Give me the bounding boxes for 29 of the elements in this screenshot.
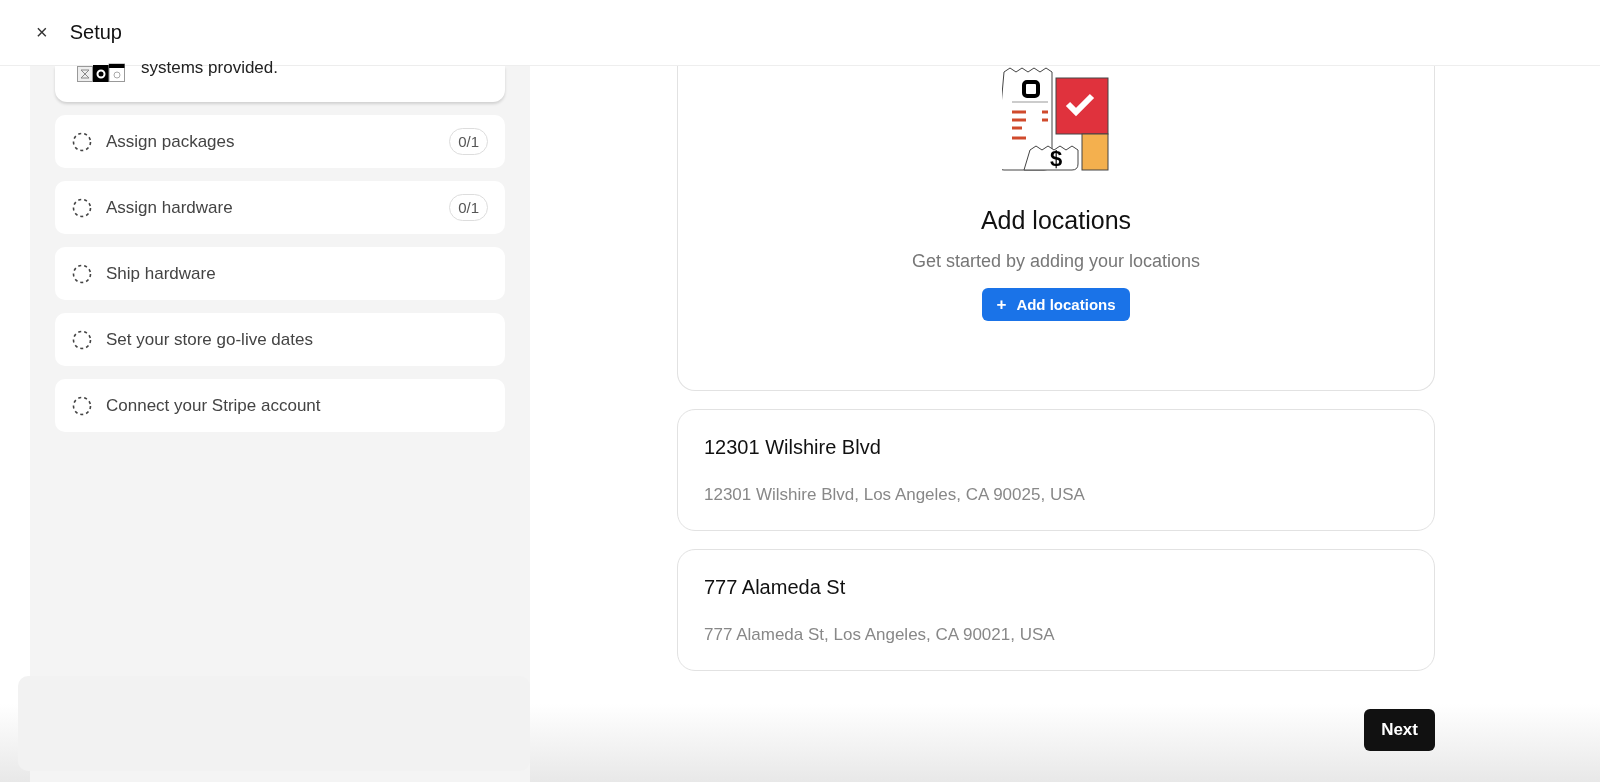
step-item[interactable]: Assign hardware 0/1 [55,181,505,234]
pending-circle-icon [72,197,92,218]
step-description: systems provided. [141,58,278,78]
add-locations-button[interactable]: + Add locations [982,288,1130,321]
location-card[interactable]: 777 Alameda St 777 Alameda St, Los Angeles, CA 90021, USA [677,549,1435,671]
location-name: 777 Alameda St [704,576,847,599]
pending-circle-icon [72,395,92,416]
empty-state-title: Add locations [980,206,1132,235]
location-address: 777 Alameda St, Los Angeles, CA 90021, USA [704,625,1056,645]
location-card[interactable]: 12301 Wilshire Blvd 12301 Wilshire Blvd, Los Angeles, CA 90025, USA [677,409,1435,531]
pending-circle-icon [72,263,92,284]
next-button[interactable]: Next [1364,709,1435,751]
step-item[interactable]: Set your store go-live dates [55,313,505,366]
step-item[interactable]: Assign packages 0/1 [55,115,505,168]
step-label: Set your store go-live dates [106,329,314,350]
location-address: 12301 Wilshire Blvd, Los Angeles, CA 90025, USA [704,485,1086,505]
step-label: Connect your Stripe account [106,395,322,416]
page-title: Setup [69,21,122,44]
step-item[interactable]: Ship hardware [55,247,505,300]
step-label: Assign packages [106,131,236,152]
location-name: 12301 Wilshire Blvd [704,436,882,459]
pending-circle-icon [72,131,92,152]
close-button[interactable]: × [32,21,52,44]
dollar-sign: $ [1049,146,1063,171]
step-label: Ship hardware [106,263,217,284]
step-item[interactable]: Connect your Stripe account [55,379,505,432]
empty-state-subtitle: Get started by adding your locations [911,251,1201,272]
step-label: Assign hardware [106,197,234,218]
pending-circle-icon [72,329,92,350]
